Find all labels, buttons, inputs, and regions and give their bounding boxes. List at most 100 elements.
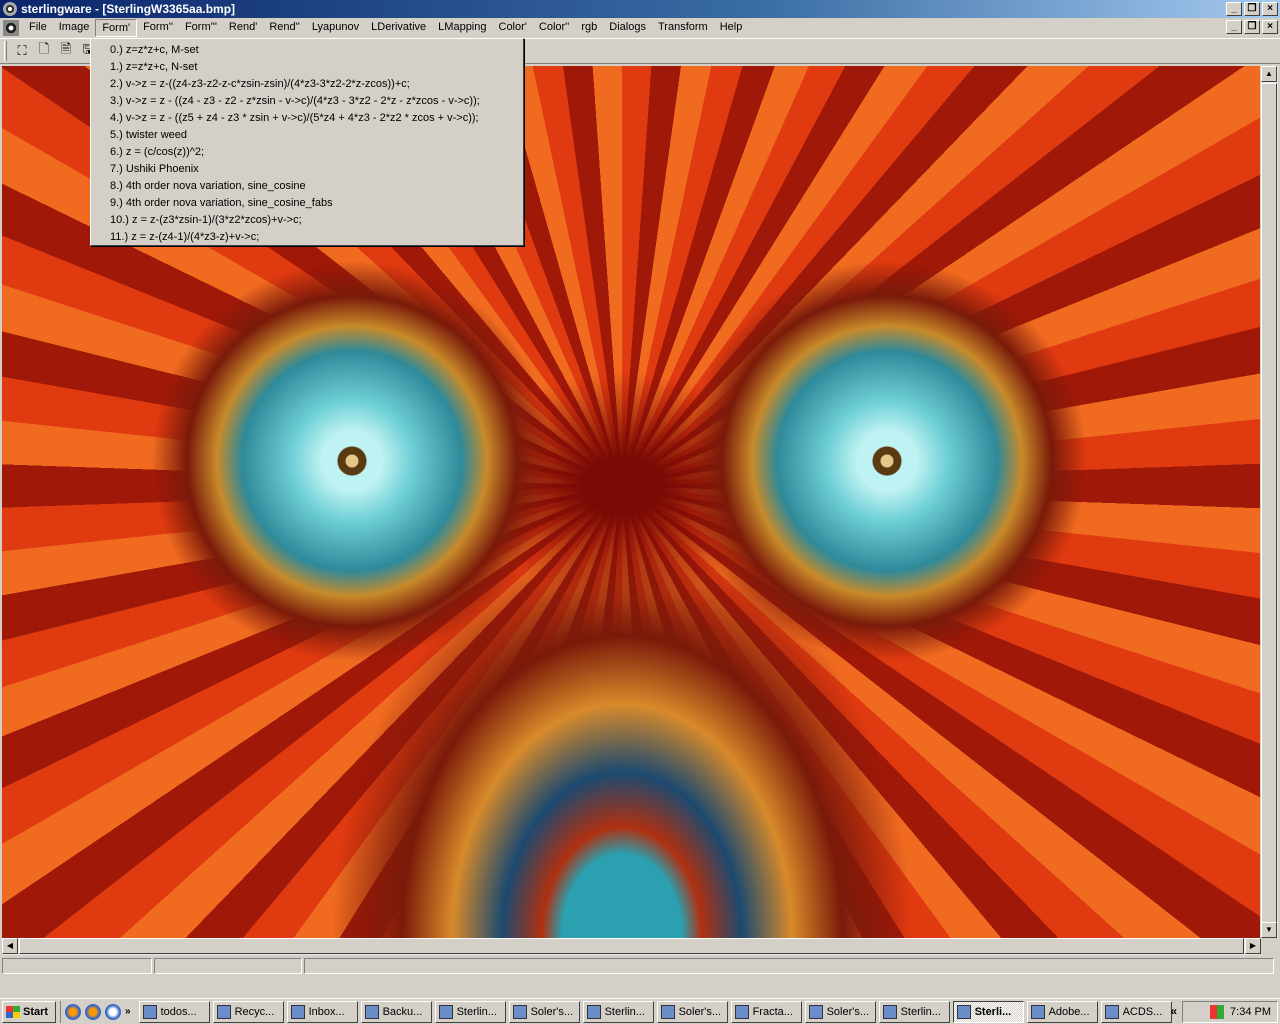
taskbar-button[interactable]: Soler's... [508, 1000, 580, 1023]
windows-logo-icon [6, 1005, 20, 1018]
menu-item-11[interactable]: Color'' [533, 19, 576, 37]
formula-menu-item[interactable]: 11.) z = z-(z4-1)/(4*z3-z)+v->c; [91, 229, 523, 246]
taskbar-button-label: Inbox... [308, 1005, 345, 1018]
mdi-restore-icon[interactable]: ❐ [1244, 20, 1260, 34]
close-icon[interactable]: × [1262, 2, 1278, 16]
title-bar: sterlingware - [SterlingW3365aa.bmp] _ ❐… [0, 0, 1280, 18]
horizontal-scrollbar[interactable]: ◀ ▶ [2, 938, 1261, 955]
document-icon[interactable] [3, 20, 19, 36]
taskbar-button[interactable]: Sterlin... [434, 1000, 506, 1023]
status-pane-3 [304, 958, 1274, 974]
task-app-icon [1104, 1004, 1119, 1019]
menu-item-2[interactable]: Form' [95, 19, 138, 37]
taskbar: Start » todos... Recyc... Inbox... Backu...… [0, 998, 1280, 1024]
new-icon[interactable]: 🗋 [33, 40, 55, 62]
taskbar-button-label: Soler's... [678, 1005, 722, 1018]
scroll-down-icon[interactable]: ▼ [1261, 922, 1277, 938]
minimize-icon[interactable]: _ [1226, 2, 1242, 16]
formula-menu-item[interactable]: 0.) z=z*z+c, M-set [91, 42, 523, 59]
menu-item-9[interactable]: LMapping [432, 19, 492, 37]
formula-menu-item[interactable]: 6.) z = (c/cos(z))^2; [91, 144, 523, 161]
vertical-scroll-thumb[interactable] [1261, 83, 1277, 923]
taskbar-button-label: Sterli... [974, 1005, 1012, 1018]
taskbar-button[interactable]: Recyc... [212, 1000, 284, 1023]
browser-icon[interactable] [85, 1003, 101, 1020]
taskbar-button-label: Adobe... [1048, 1005, 1090, 1018]
menu-item-7[interactable]: Lyapunov [306, 19, 365, 37]
toolbar-grip[interactable] [4, 41, 7, 61]
taskbar-button-label: Sterlin... [900, 1005, 941, 1018]
firefox-icon[interactable] [65, 1003, 81, 1020]
status-bar [0, 956, 1280, 976]
menu-item-4[interactable]: Form''' [179, 19, 223, 37]
taskbar-button-label: ACDS... [1122, 1005, 1163, 1018]
formula-menu-item[interactable]: 10.) z = z-(z3*zsin-1)/(3*z2*zcos)+v->c; [91, 212, 523, 229]
formula-menu-item[interactable]: 4.) v->z = z - ((z5 + z4 - z3 * zsin + v… [91, 110, 523, 127]
formula-menu-item[interactable]: 7.) Ushiki Phoenix [91, 161, 523, 178]
taskbar-button[interactable]: Sterlin... [878, 1000, 950, 1023]
scroll-up-icon[interactable]: ▲ [1261, 66, 1277, 82]
mdi-close-icon[interactable]: × [1262, 20, 1278, 34]
app-icon[interactable] [3, 2, 17, 16]
menu-bar: File Image Form' Form'' Form''' Rend' Rend'' Ly… [0, 18, 1280, 38]
taskbar-button[interactable]: Fracta... [730, 1000, 802, 1023]
taskbar-button-label: Soler's... [826, 1005, 870, 1018]
formula-menu-item[interactable]: 8.) 4th order nova variation, sine_cosin… [91, 178, 523, 195]
taskbar-button[interactable]: todos... [138, 1000, 210, 1023]
taskbar-button-label: Backu... [382, 1005, 423, 1018]
task-app-icon [586, 1004, 601, 1019]
menu-item-13[interactable]: Dialogs [603, 19, 652, 37]
taskbar-button[interactable]: ACDS... [1100, 1000, 1172, 1023]
menu-item-3[interactable]: Form'' [137, 19, 179, 37]
status-pane-1 [2, 958, 152, 974]
tray-expand-icon[interactable]: « [1170, 1004, 1177, 1018]
open-icon[interactable]: 🗎 [55, 40, 77, 62]
menu-item-15[interactable]: Help [714, 19, 749, 37]
start-label: Start [23, 1005, 49, 1018]
formula-menu-item[interactable]: 1.) z=z*z+c, N-set [91, 59, 523, 76]
menu-item-8[interactable]: LDerivative [365, 19, 432, 37]
task-app-icon [438, 1004, 453, 1019]
formula-menu-item[interactable]: 3.) v->z = z - ((z4 - z3 - z2 - z*zsin -… [91, 93, 523, 110]
scroll-left-icon[interactable]: ◀ [2, 938, 18, 954]
formula-menu-item[interactable]: 9.) 4th order nova variation, sine_cosin… [91, 195, 523, 212]
menu-item-14[interactable]: Transform [652, 19, 714, 37]
select-icon[interactable]: ⛶ [11, 40, 33, 62]
menu-item-0[interactable]: File [23, 19, 53, 37]
task-buttons: todos... Recyc... Inbox... Backu... Sterlin.… [138, 1000, 1175, 1023]
quick-launch-more-icon[interactable]: » [125, 1006, 131, 1017]
scroll-corner [1261, 938, 1278, 955]
formula-menu-item[interactable]: 2.) v->z = z-((z4-z3-z2-z-c*zsin-zsin)/(… [91, 76, 523, 93]
task-app-icon [808, 1004, 823, 1019]
taskbar-button[interactable]: Inbox... [286, 1000, 358, 1023]
horizontal-scroll-thumb[interactable] [19, 938, 1244, 954]
task-app-icon [734, 1004, 749, 1019]
start-button[interactable]: Start [2, 1000, 56, 1023]
menu-item-12[interactable]: rgb [575, 19, 603, 37]
mdi-minimize-icon[interactable]: _ [1226, 20, 1242, 34]
restore-icon[interactable]: ❐ [1244, 2, 1260, 16]
taskbar-button[interactable]: Adobe... [1026, 1000, 1098, 1023]
ie-icon[interactable] [105, 1003, 121, 1020]
taskbar-button[interactable]: Soler's... [804, 1000, 876, 1023]
taskbar-button[interactable]: Sterlin... [582, 1000, 654, 1023]
task-app-icon [216, 1004, 231, 1019]
menu-item-10[interactable]: Color' [493, 19, 533, 37]
task-app-icon [290, 1004, 305, 1019]
taskbar-button[interactable]: Backu... [360, 1000, 432, 1023]
task-app-icon [660, 1004, 675, 1019]
vertical-scrollbar[interactable]: ▲ ▼ [1261, 66, 1278, 938]
task-app-icon [1030, 1004, 1045, 1019]
menu-item-6[interactable]: Rend'' [263, 19, 306, 37]
menu-item-5[interactable]: Rend' [223, 19, 263, 37]
taskbar-button[interactable]: Sterli... [952, 1000, 1024, 1023]
taskbar-button[interactable]: Soler's... [656, 1000, 728, 1023]
clock[interactable]: 7:34 PM [1230, 1006, 1271, 1018]
menu-item-1[interactable]: Image [53, 19, 96, 37]
tray-app-icon[interactable] [1210, 1005, 1225, 1019]
system-tray: 7:34 PM [1182, 1001, 1278, 1023]
quick-launch: » [60, 1000, 135, 1023]
scroll-right-icon[interactable]: ▶ [1245, 938, 1261, 954]
formula-menu-item[interactable]: 5.) twister weed [91, 127, 523, 144]
menu-items: File Image Form' Form'' Form''' Rend' Rend'' Ly… [23, 19, 748, 37]
